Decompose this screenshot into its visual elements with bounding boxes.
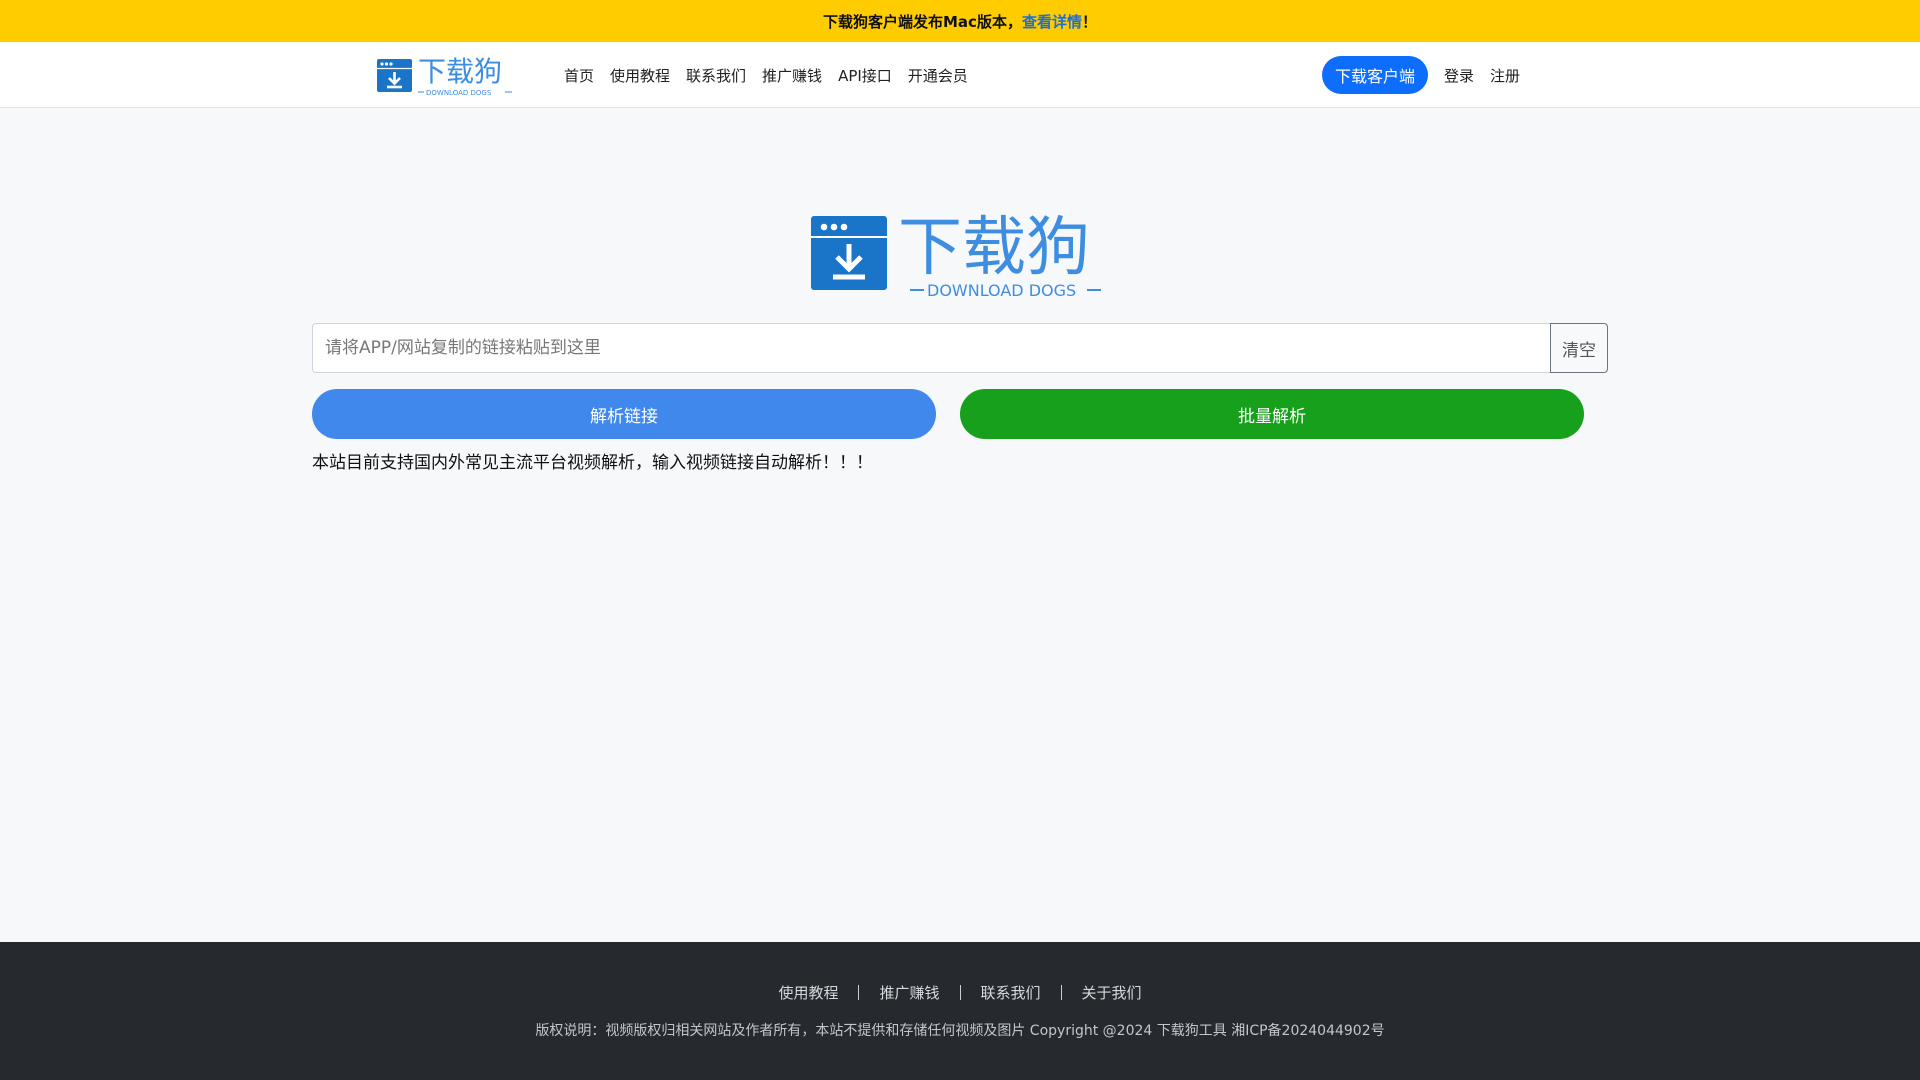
parse-link-button[interactable]: 解析链接: [312, 389, 936, 439]
announcement-link[interactable]: 查看详情: [1022, 11, 1082, 32]
support-notice: 本站目前支持国内外常见主流平台视频解析，输入视频链接自动解析！！！: [312, 453, 873, 473]
footer-separator: [959, 985, 961, 1000]
nav-membership[interactable]: 开通会员: [900, 65, 976, 86]
search-group: 清空: [312, 323, 1608, 373]
register-link[interactable]: 注册: [1482, 65, 1528, 86]
footer-links: 使用教程 推广赚钱 联系我们 关于我们: [0, 982, 1920, 1003]
nav-logo[interactable]: 下载狗 DOWNLOAD DOGS: [376, 52, 518, 98]
download-window-icon: [377, 59, 412, 92]
announcement-suffix: ！: [1081, 12, 1097, 31]
nav-logo-tagline: DOWNLOAD DOGS: [426, 89, 492, 97]
announcement-bar: 下载狗客户端发布Mac版本， 查看详情 ！: [0, 0, 1920, 42]
footer-promote[interactable]: 推广赚钱: [879, 982, 939, 1003]
nav-right: 下载客户端 登录 注册: [1321, 42, 1528, 108]
navbar: 下载狗 DOWNLOAD DOGS 首页 使用教程 联系我们 推广赚钱 API接…: [0, 42, 1920, 108]
footer-about[interactable]: 关于我们: [1082, 982, 1142, 1003]
nav-api[interactable]: API接口: [830, 65, 900, 86]
login-link[interactable]: 登录: [1436, 65, 1482, 86]
nav-logo-name: 下载狗: [418, 55, 502, 88]
hero-logo-tagline: DOWNLOAD DOGS: [927, 281, 1076, 300]
clear-button[interactable]: 清空: [1550, 323, 1608, 373]
footer-separator: [1060, 985, 1062, 1000]
batch-parse-button[interactable]: 批量解析: [960, 389, 1584, 439]
footer-contact[interactable]: 联系我们: [981, 982, 1041, 1003]
nav-tutorial[interactable]: 使用教程: [602, 65, 678, 86]
hero-download-window-icon: [811, 216, 887, 290]
hero-logo: 下载狗 DOWNLOAD DOGS: [811, 211, 1101, 300]
nav-contact[interactable]: 联系我们: [678, 65, 754, 86]
footer-separator: [858, 985, 860, 1000]
announcement-text: 下载狗客户端发布Mac版本，: [823, 12, 1022, 31]
nav-links: 首页 使用教程 联系我们 推广赚钱 API接口 开通会员: [556, 42, 976, 108]
nav-promote[interactable]: 推广赚钱: [754, 65, 830, 86]
copyright-text: 版权说明：视频版权归相关网站及作者所有，本站不提供和存储任何视频及图片 Copy…: [535, 1023, 1385, 1039]
hero-logo-name: 下载狗: [898, 211, 1090, 285]
link-input[interactable]: [312, 323, 1550, 373]
footer-tutorial[interactable]: 使用教程: [778, 982, 838, 1003]
download-client-button[interactable]: 下载客户端: [1321, 56, 1428, 94]
footer: 使用教程 推广赚钱 联系我们 关于我们 版权说明：视频版权归相关网站及作者所有，…: [0, 942, 1920, 1080]
nav-home[interactable]: 首页: [556, 65, 602, 86]
